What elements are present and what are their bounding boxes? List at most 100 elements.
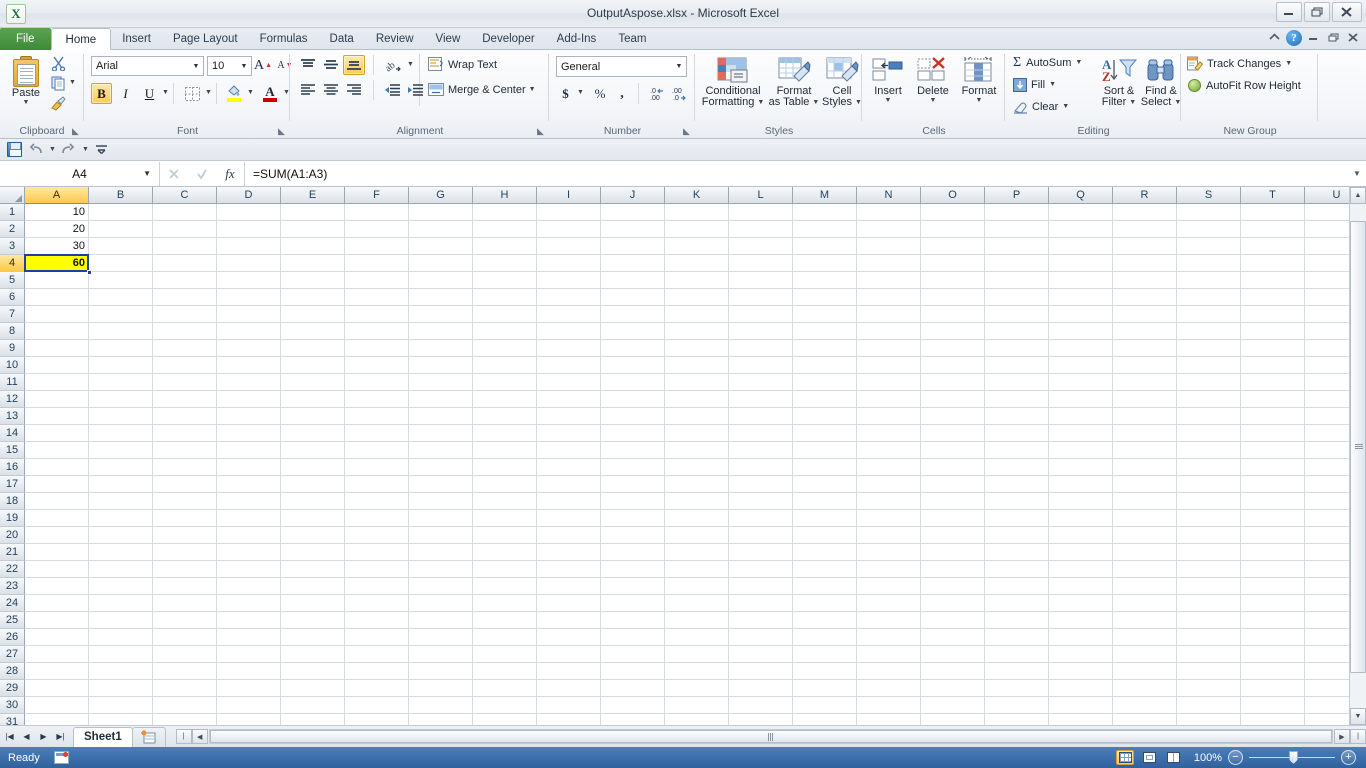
format-as-table-dropdown-icon[interactable]: ▼: [812, 97, 819, 108]
column-header-S[interactable]: S: [1177, 187, 1241, 204]
cell-N26[interactable]: [857, 629, 921, 646]
cell-E3[interactable]: [281, 238, 345, 255]
cell-S17[interactable]: [1177, 476, 1241, 493]
cell-T13[interactable]: [1241, 408, 1305, 425]
cell-I16[interactable]: [537, 459, 601, 476]
cell-F17[interactable]: [345, 476, 409, 493]
cell-J21[interactable]: [601, 544, 665, 561]
cell-M8[interactable]: [793, 323, 857, 340]
h-split-right[interactable]: |: [1350, 729, 1366, 744]
cell-J20[interactable]: [601, 527, 665, 544]
cell-T22[interactable]: [1241, 561, 1305, 578]
merge-center-dropdown-icon[interactable]: ▼: [529, 86, 536, 93]
cell-O21[interactable]: [921, 544, 985, 561]
cell-H25[interactable]: [473, 612, 537, 629]
cell-M3[interactable]: [793, 238, 857, 255]
cell-M23[interactable]: [793, 578, 857, 595]
cell-N20[interactable]: [857, 527, 921, 544]
cell-T11[interactable]: [1241, 374, 1305, 391]
cell-L2[interactable]: [729, 221, 793, 238]
increase-indent-button[interactable]: [404, 80, 426, 100]
cell-I28[interactable]: [537, 663, 601, 680]
zoom-in-button[interactable]: +: [1341, 750, 1356, 765]
cell-R2[interactable]: [1113, 221, 1177, 238]
cell-Q31[interactable]: [1049, 714, 1113, 725]
cell-D27[interactable]: [217, 646, 281, 663]
tab-review[interactable]: Review: [365, 28, 425, 50]
column-header-A[interactable]: A: [25, 187, 89, 204]
cell-B21[interactable]: [89, 544, 153, 561]
cell-D21[interactable]: [217, 544, 281, 561]
row-header-1[interactable]: 1: [0, 204, 25, 221]
cell-C22[interactable]: [153, 561, 217, 578]
cell-D10[interactable]: [217, 357, 281, 374]
cell-O17[interactable]: [921, 476, 985, 493]
cell-E18[interactable]: [281, 493, 345, 510]
cell-F22[interactable]: [345, 561, 409, 578]
cell-J27[interactable]: [601, 646, 665, 663]
cell-M7[interactable]: [793, 306, 857, 323]
format-painter-button[interactable]: [48, 94, 68, 112]
cell-S24[interactable]: [1177, 595, 1241, 612]
cell-R11[interactable]: [1113, 374, 1177, 391]
cell-T1[interactable]: [1241, 204, 1305, 221]
cell-O20[interactable]: [921, 527, 985, 544]
cell-R3[interactable]: [1113, 238, 1177, 255]
cell-E4[interactable]: [281, 255, 345, 272]
copy-button[interactable]: [48, 74, 68, 92]
cell-G14[interactable]: [409, 425, 473, 442]
cell-S11[interactable]: [1177, 374, 1241, 391]
column-header-H[interactable]: H: [473, 187, 537, 204]
cell-F3[interactable]: [345, 238, 409, 255]
cell-F4[interactable]: [345, 255, 409, 272]
cell-Q12[interactable]: [1049, 391, 1113, 408]
delete-cells-button[interactable]: Delete ▼: [911, 54, 955, 104]
cell-O27[interactable]: [921, 646, 985, 663]
cell-B4[interactable]: [89, 255, 153, 272]
cell-L13[interactable]: [729, 408, 793, 425]
cell-T21[interactable]: [1241, 544, 1305, 561]
cell-T17[interactable]: [1241, 476, 1305, 493]
row-header-28[interactable]: 28: [0, 663, 25, 680]
cell-C9[interactable]: [153, 340, 217, 357]
cell-I18[interactable]: [537, 493, 601, 510]
cell-A2[interactable]: 20: [25, 221, 89, 238]
alignment-dialog-launcher[interactable]: ◣: [535, 126, 546, 137]
borders-dropdown-icon[interactable]: ▼: [205, 89, 212, 96]
cell-P24[interactable]: [985, 595, 1049, 612]
cell-O3[interactable]: [921, 238, 985, 255]
cell-K27[interactable]: [665, 646, 729, 663]
cell-A18[interactable]: [25, 493, 89, 510]
cell-G4[interactable]: [409, 255, 473, 272]
fill-color-dropdown-icon[interactable]: ▼: [247, 89, 254, 96]
cell-I5[interactable]: [537, 272, 601, 289]
cell-O10[interactable]: [921, 357, 985, 374]
cell-L28[interactable]: [729, 663, 793, 680]
cell-P10[interactable]: [985, 357, 1049, 374]
conditional-formatting-button[interactable]: Conditional Formatting ▼: [700, 54, 766, 108]
cell-Q16[interactable]: [1049, 459, 1113, 476]
cell-P1[interactable]: [985, 204, 1049, 221]
cell-L10[interactable]: [729, 357, 793, 374]
cell-K15[interactable]: [665, 442, 729, 459]
cell-T3[interactable]: [1241, 238, 1305, 255]
cell-K25[interactable]: [665, 612, 729, 629]
column-header-J[interactable]: J: [601, 187, 665, 204]
cell-T7[interactable]: [1241, 306, 1305, 323]
cell-F6[interactable]: [345, 289, 409, 306]
cell-K21[interactable]: [665, 544, 729, 561]
cell-O18[interactable]: [921, 493, 985, 510]
h-split-left[interactable]: |: [175, 729, 192, 744]
percent-button[interactable]: %: [590, 83, 610, 104]
cell-Q19[interactable]: [1049, 510, 1113, 527]
cell-N21[interactable]: [857, 544, 921, 561]
cell-I3[interactable]: [537, 238, 601, 255]
cell-I17[interactable]: [537, 476, 601, 493]
cell-G22[interactable]: [409, 561, 473, 578]
row-header-29[interactable]: 29: [0, 680, 25, 697]
cell-R7[interactable]: [1113, 306, 1177, 323]
cell-S1[interactable]: [1177, 204, 1241, 221]
cell-L9[interactable]: [729, 340, 793, 357]
cell-R31[interactable]: [1113, 714, 1177, 725]
cell-E7[interactable]: [281, 306, 345, 323]
